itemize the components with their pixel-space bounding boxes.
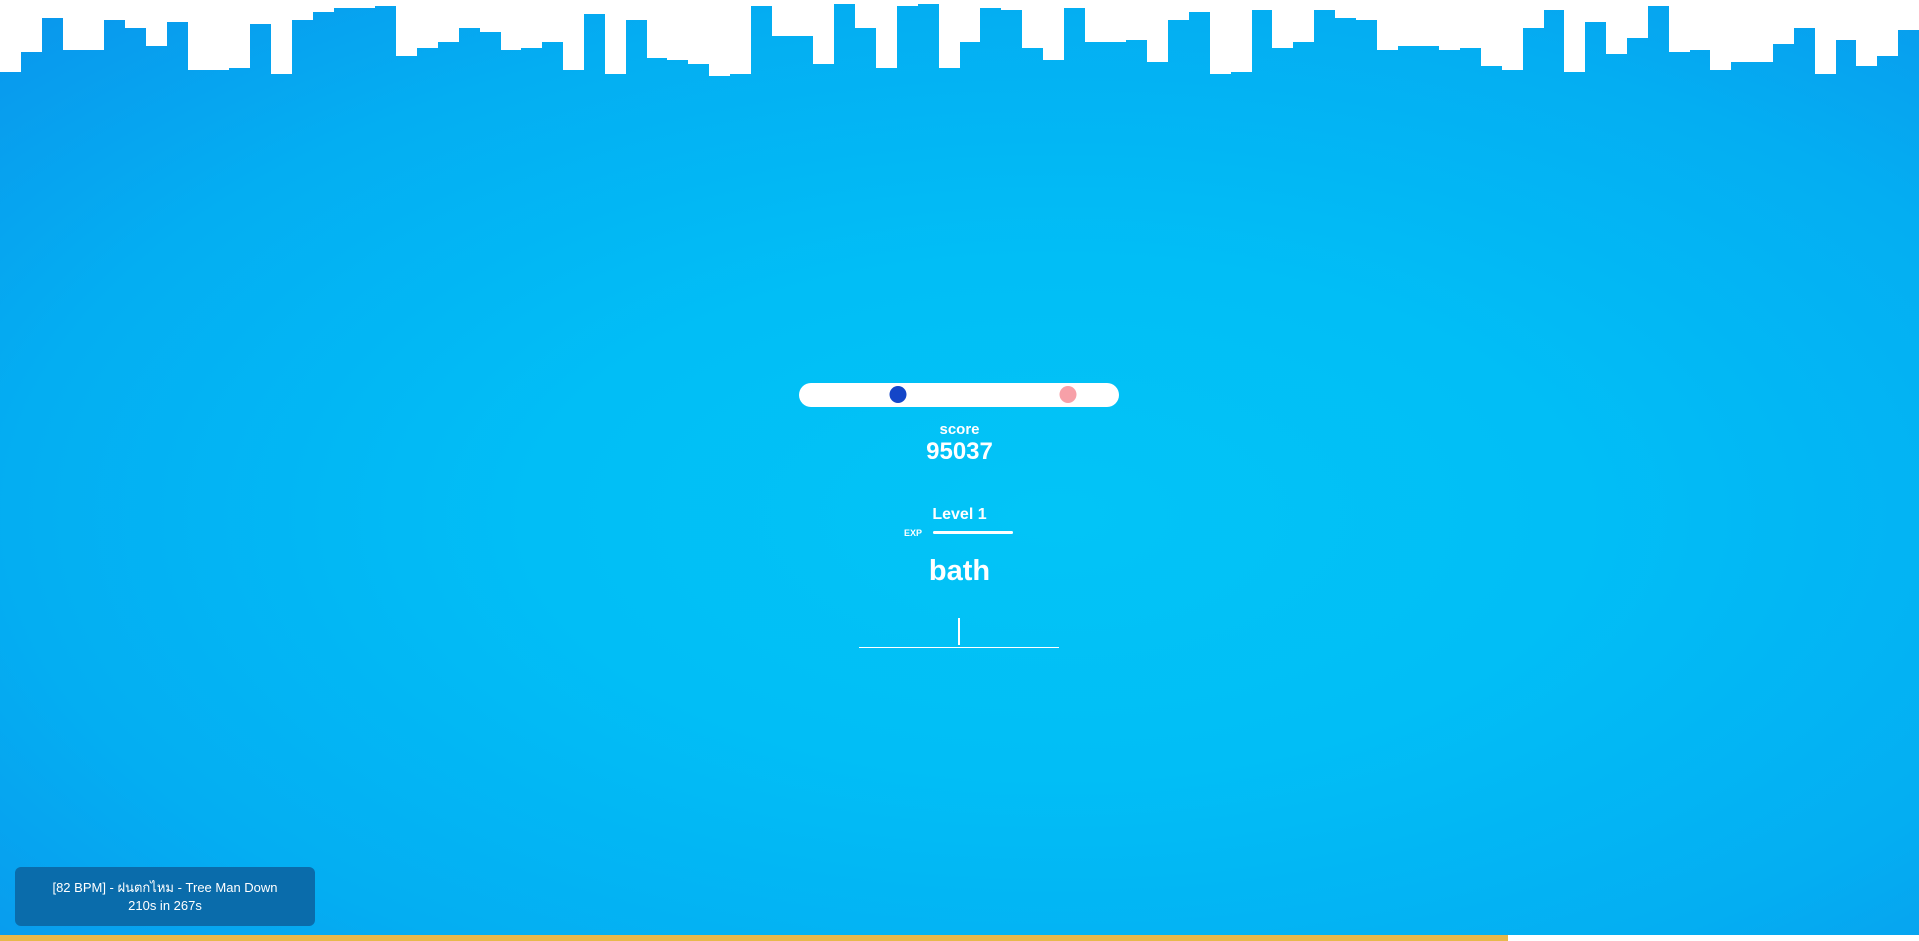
score-label: score — [939, 421, 980, 438]
exp-bar-fill — [933, 531, 1013, 534]
game-stage: score 95037 Level 1 EXP bath [82 BPM] - … — [0, 0, 1919, 941]
target-word: bath — [928, 555, 991, 587]
beat-track — [799, 383, 1119, 407]
song-progress-fill — [0, 935, 1509, 941]
beat-player-dot — [889, 386, 907, 403]
score-value: 95037 — [926, 438, 993, 465]
beat-target-dot — [1059, 386, 1077, 403]
song-progress-bar — [0, 935, 1919, 941]
song-time: 210s in 267s — [128, 898, 202, 913]
song-info-panel: [82 BPM] - ฝนตกไหม - Tree Man Down 210s … — [15, 867, 315, 926]
game-center: score 95037 Level 1 EXP bath — [0, 0, 1919, 941]
typing-input[interactable] — [859, 616, 1059, 648]
level-label: Level 1 — [932, 506, 987, 523]
song-title: [82 BPM] - ฝนตกไหม - Tree Man Down — [52, 880, 278, 895]
text-cursor — [958, 618, 960, 645]
exp-bar — [933, 531, 1013, 534]
exp-label: EXP — [904, 528, 923, 538]
